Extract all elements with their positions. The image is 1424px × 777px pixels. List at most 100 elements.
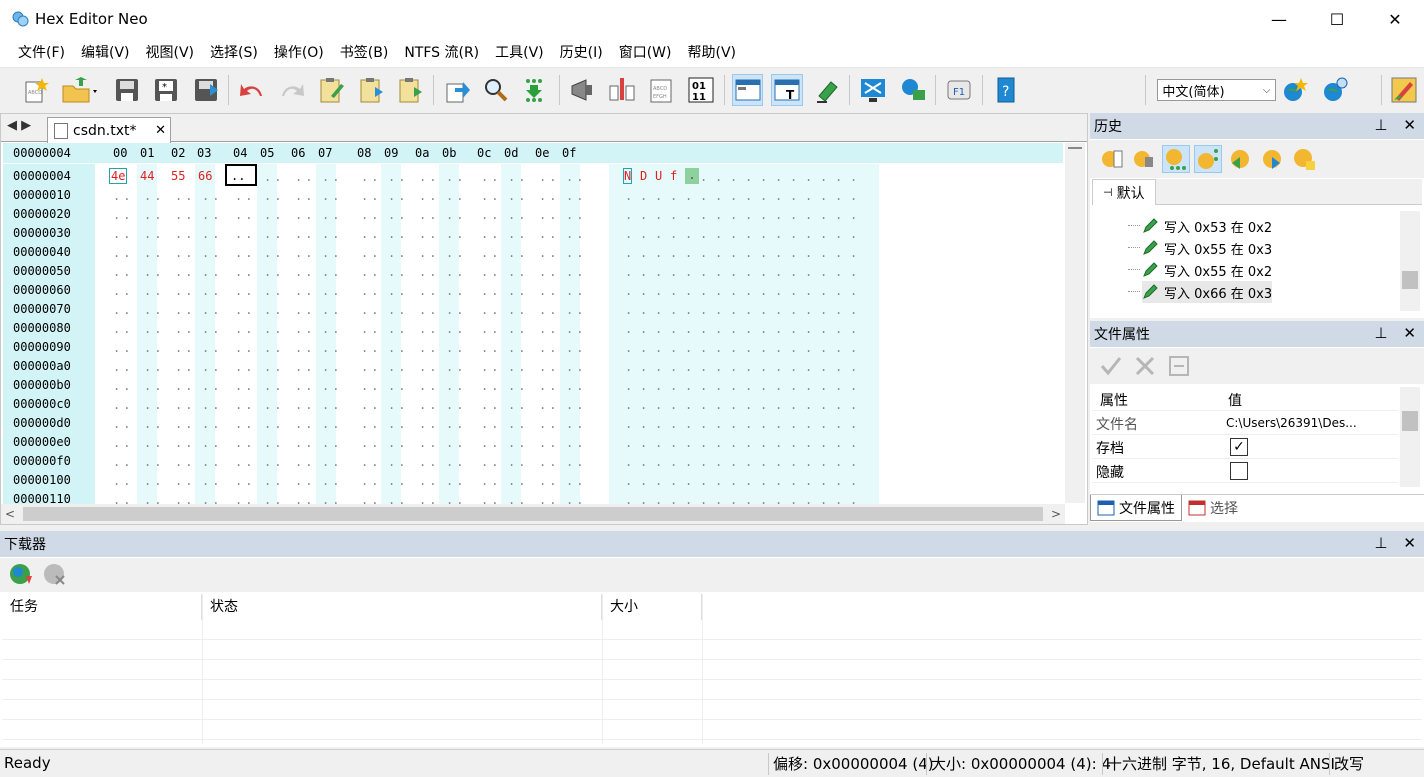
hex-empty-cell[interactable]: .. xyxy=(361,398,381,412)
hex-empty-cell[interactable]: .. xyxy=(419,227,439,241)
hex-empty-cell[interactable]: .. xyxy=(175,398,195,412)
hex-empty-cell[interactable]: .. xyxy=(481,455,501,469)
properties-scrollbar[interactable] xyxy=(1400,387,1420,487)
text-empty-cell[interactable]: . xyxy=(775,417,785,431)
text-empty-cell[interactable]: . xyxy=(685,208,695,222)
help-book-button[interactable]: ? xyxy=(990,74,1022,106)
hex-empty-cell[interactable]: .. xyxy=(508,284,528,298)
text-empty-cell[interactable]: . xyxy=(640,455,650,469)
hex-empty-cell[interactable]: .. xyxy=(295,474,315,488)
hex-empty-cell[interactable]: .. xyxy=(539,227,559,241)
text-char[interactable]: D xyxy=(640,169,647,183)
text-empty-cell[interactable]: . xyxy=(685,265,695,279)
hex-empty-cell[interactable]: .. xyxy=(419,208,439,222)
text-empty-cell[interactable]: . xyxy=(760,284,770,298)
text-empty-cell[interactable]: . xyxy=(700,284,710,298)
hex-empty-cell[interactable]: .. xyxy=(144,189,164,203)
text-empty-cell[interactable]: . xyxy=(685,455,695,469)
hex-empty-cell[interactable]: .. xyxy=(446,227,466,241)
hex-empty-cell[interactable]: .. xyxy=(539,265,559,279)
hex-empty-cell[interactable]: .. xyxy=(481,379,501,393)
text-empty-cell[interactable]: . xyxy=(625,265,635,279)
text-empty-cell[interactable]: . xyxy=(760,493,770,504)
column-status[interactable]: 状态 xyxy=(202,594,602,620)
hex-empty-cell[interactable]: .. xyxy=(446,417,466,431)
hex-empty-cell[interactable]: .. xyxy=(202,455,222,469)
pin-icon[interactable]: ⊥ xyxy=(1374,324,1387,342)
hex-empty-cell[interactable]: .. xyxy=(481,227,501,241)
text-empty-cell[interactable]: . xyxy=(655,474,665,488)
hex-empty-cell[interactable]: .. xyxy=(566,455,586,469)
hex-empty-cell[interactable]: .. xyxy=(419,417,439,431)
text-empty-cell[interactable]: . xyxy=(850,455,860,469)
text-empty-cell[interactable]: . xyxy=(790,265,800,279)
text-empty-cell[interactable]: . xyxy=(700,189,710,203)
hex-empty-cell[interactable]: .. xyxy=(264,455,284,469)
text-empty-cell[interactable]: . xyxy=(820,208,830,222)
hex-empty-cell[interactable]: .. xyxy=(361,227,381,241)
hex-empty-cell[interactable]: .. xyxy=(113,341,133,355)
text-empty-cell[interactable]: . xyxy=(700,246,710,260)
hex-empty-cell[interactable]: .. xyxy=(419,265,439,279)
hex-empty-cell[interactable]: .. xyxy=(481,170,501,184)
hex-empty-cell[interactable]: .. xyxy=(295,360,315,374)
hex-empty-cell[interactable]: .. xyxy=(566,341,586,355)
text-empty-cell[interactable]: . xyxy=(790,398,800,412)
hex-empty-cell[interactable]: .. xyxy=(539,170,559,184)
hex-empty-cell[interactable]: .. xyxy=(446,208,466,222)
text-empty-cell[interactable]: . xyxy=(775,455,785,469)
hex-empty-cell[interactable]: .. xyxy=(566,398,586,412)
text-empty-cell[interactable]: . xyxy=(670,360,680,374)
hex-empty-cell[interactable]: .. xyxy=(508,360,528,374)
text-empty-cell[interactable]: . xyxy=(730,493,740,504)
hex-empty-cell[interactable]: .. xyxy=(446,265,466,279)
hex-empty-cell[interactable]: .. xyxy=(361,379,381,393)
hex-empty-cell[interactable]: .. xyxy=(202,379,222,393)
hex-empty-cell[interactable]: .. xyxy=(481,360,501,374)
hex-empty-cell[interactable]: .. xyxy=(446,303,466,317)
save-as-button[interactable] xyxy=(190,74,222,106)
text-empty-cell[interactable]: . xyxy=(640,379,650,393)
menu-bookmarks[interactable]: 书签(B) xyxy=(332,38,397,68)
text-empty-cell[interactable]: . xyxy=(805,360,815,374)
text-empty-cell[interactable]: . xyxy=(625,379,635,393)
hex-empty-cell[interactable]: .. xyxy=(388,341,408,355)
open-file-button[interactable] xyxy=(60,74,103,106)
text-empty-cell[interactable]: . xyxy=(715,170,725,184)
hex-empty-cell[interactable]: .. xyxy=(175,493,195,504)
menu-tools[interactable]: 工具(V) xyxy=(487,38,552,68)
hex-empty-cell[interactable]: .. xyxy=(566,284,586,298)
tab-default[interactable]: ⊣ 默认 xyxy=(1092,179,1156,205)
text-empty-cell[interactable]: . xyxy=(715,284,725,298)
hex-empty-cell[interactable]: .. xyxy=(144,398,164,412)
hex-empty-cell[interactable]: .. xyxy=(264,227,284,241)
text-empty-cell[interactable]: . xyxy=(760,398,770,412)
text-empty-cell[interactable]: . xyxy=(790,436,800,450)
text-empty-cell[interactable]: . xyxy=(805,322,815,336)
hex-empty-cell[interactable]: .. xyxy=(202,189,222,203)
hex-empty-cell[interactable]: .. xyxy=(539,360,559,374)
text-empty-cell[interactable]: . xyxy=(760,455,770,469)
text-empty-cell[interactable]: . xyxy=(730,417,740,431)
text-empty-cell[interactable]: . xyxy=(745,360,755,374)
hex-empty-cell[interactable]: .. xyxy=(235,417,255,431)
text-empty-cell[interactable]: . xyxy=(685,474,695,488)
text-empty-cell[interactable]: . xyxy=(820,398,830,412)
hex-empty-cell[interactable]: .. xyxy=(446,436,466,450)
hex-empty-cell[interactable]: .. xyxy=(144,360,164,374)
text-empty-cell[interactable]: . xyxy=(730,398,740,412)
text-empty-cell[interactable]: . xyxy=(820,170,830,184)
text-empty-cell[interactable]: . xyxy=(730,360,740,374)
text-empty-cell[interactable]: . xyxy=(760,265,770,279)
hex-empty-cell[interactable]: .. xyxy=(539,379,559,393)
hex-empty-cell[interactable]: .. xyxy=(508,379,528,393)
hex-empty-cell[interactable]: .. xyxy=(264,379,284,393)
text-empty-cell[interactable]: . xyxy=(730,284,740,298)
hex-empty-cell[interactable]: .. xyxy=(175,436,195,450)
hex-empty-cell[interactable]: .. xyxy=(361,246,381,260)
hex-empty-cell[interactable]: .. xyxy=(481,246,501,260)
hex-empty-cell[interactable]: .. xyxy=(539,284,559,298)
column-size[interactable]: 大小 xyxy=(602,594,702,620)
text-empty-cell[interactable]: . xyxy=(640,417,650,431)
hex-empty-cell[interactable]: .. xyxy=(295,436,315,450)
